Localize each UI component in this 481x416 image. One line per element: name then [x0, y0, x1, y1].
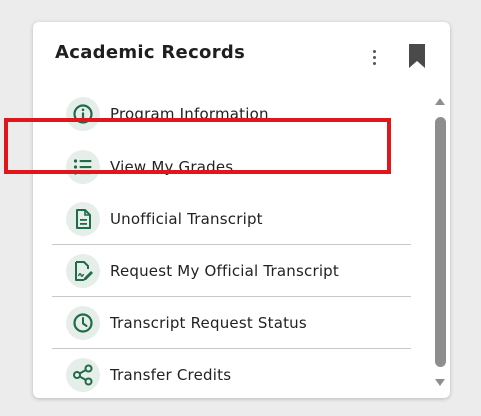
- list-item-transcript-request-status[interactable]: Transcript Request Status: [33, 297, 411, 349]
- scroll-thumb[interactable]: [435, 117, 446, 367]
- bookmark-icon[interactable]: [407, 43, 427, 69]
- list-item-view-my-grades[interactable]: View My Grades: [33, 141, 411, 193]
- scroll-down-arrow-icon[interactable]: [434, 378, 446, 388]
- info-icon: [66, 97, 100, 131]
- card-title: Academic Records: [55, 42, 246, 63]
- item-label: Transfer Credits: [110, 366, 232, 384]
- scrollbar[interactable]: [431, 94, 449, 390]
- item-label: Transcript Request Status: [110, 314, 307, 332]
- list-item-transfer-credits[interactable]: Transfer Credits: [33, 349, 411, 398]
- list-icon: [66, 150, 100, 184]
- share-icon: [66, 358, 100, 392]
- item-label: Unofficial Transcript: [110, 210, 263, 228]
- signed-document-icon: [66, 254, 100, 288]
- item-label: View My Grades: [110, 158, 234, 176]
- more-options-icon[interactable]: [364, 46, 384, 68]
- list-item-program-information[interactable]: Program Information: [33, 88, 411, 140]
- list-item-unofficial-transcript[interactable]: Unofficial Transcript: [33, 193, 411, 245]
- clock-icon: [66, 306, 100, 340]
- academic-records-card: Academic Records Program Information Vie…: [33, 22, 450, 398]
- list-item-request-official-transcript[interactable]: Request My Official Transcript: [33, 245, 411, 297]
- document-icon: [66, 202, 100, 236]
- scroll-up-arrow-icon[interactable]: [434, 96, 446, 106]
- item-label: Request My Official Transcript: [110, 262, 339, 280]
- item-label: Program Information: [110, 105, 269, 123]
